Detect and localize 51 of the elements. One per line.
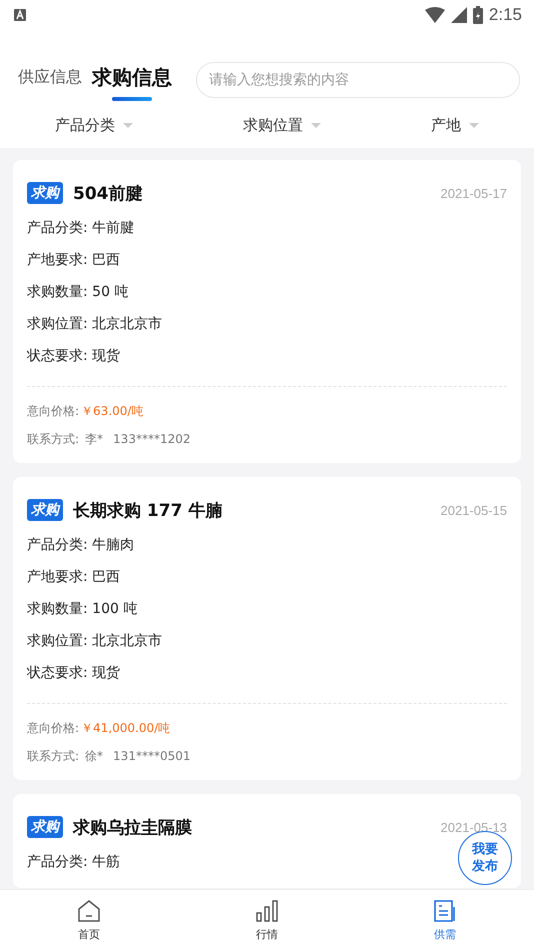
listing-title: 504前腱 [73,182,142,204]
caret-icon [311,122,321,128]
contact-name: 徐* [85,749,104,763]
battery-icon [472,6,483,24]
contact-phone: 133****1202 [113,432,190,446]
status-time: 2:15 [488,5,522,25]
home-icon [77,898,101,922]
caret-icon [123,122,133,128]
tag: 求购 [27,499,63,521]
listing-detail: 求购位置: 北京北京市 [27,632,162,651]
listing-title: 求购乌拉圭隔膜 [73,816,192,838]
listing-detail: 求购位置: 北京北京市 [27,315,162,334]
price-label: 意向价格: [27,404,80,418]
contact-label: 联系方式: [27,432,80,446]
nav-tab[interactable]: 供需 [405,890,485,950]
filter-dropdown[interactable]: 产地 [425,115,485,136]
price-label: 意向价格: [27,721,80,735]
listing-detail: 状态要求: 现货 [27,664,120,683]
document-icon [433,898,457,922]
price: ￥41,000.00/吨 [81,721,170,735]
listing-card[interactable]: 求购 长期求购 177 牛腩 2021-05-15 产品分类: 牛腩肉 产地要求: 巴西 求购数量: 100 吨 求购位置: 北京北京市 状态要求: 现货 意向价格: ￥41,000.00/吨 联系方式: 徐* 131****0501 [13,477,521,780]
listing-detail: 求购数量: 100 吨 [27,600,138,619]
price: ￥63.00/吨 [81,404,144,418]
listing-date: 2021-05-15 [440,502,507,518]
filter-dropdown[interactable]: 产品分类 [49,115,139,136]
tag: 求购 [27,816,63,838]
tab[interactable]: 求购信息 [90,58,174,101]
listing-detail: 产地要求: 巴西 [27,251,120,270]
nav-tab[interactable]: 行情 [227,890,307,950]
listing-title: 长期求购 177 牛腩 [73,500,222,522]
listing-card[interactable]: 求购 504前腱 2021-05-17 产品分类: 牛前腱 产地要求: 巴西 求购数量: 50 吨 求购位置: 北京北京市 状态要求: 现货 意向价格: ￥63.00/吨 联系方式: 李* 133****1202 [13,160,521,463]
contact-label: 联系方式: [27,749,80,763]
listing-detail: 产品分类: 牛腩肉 [27,536,134,555]
signal-icon [450,7,467,23]
wifi-icon [424,7,445,23]
contact-phone: 131****0501 [113,749,190,763]
listing-detail: 产地要求: 巴西 [27,568,120,587]
listing-detail: 状态要求: 现货 [27,347,120,366]
nav-tab[interactable]: 首页 [49,890,129,950]
contact-name: 李* [85,432,104,446]
listing-detail: 求购数量: 50 吨 [27,283,128,302]
tag: 求购 [27,182,63,204]
listing-date: 2021-05-17 [440,186,507,200]
notification-icon [14,9,26,21]
listing-detail: 产品分类: 牛前腱 [27,219,134,238]
search-field[interactable]: 请输入您想搜索的内容 [196,62,520,98]
bar-chart-icon [255,898,279,922]
filter-dropdown[interactable]: 求购位置 [237,115,327,136]
caret-icon [469,122,479,128]
tab[interactable]: 供应信息 [16,61,84,98]
listing-detail: 产品分类: 牛筋 [27,853,120,872]
